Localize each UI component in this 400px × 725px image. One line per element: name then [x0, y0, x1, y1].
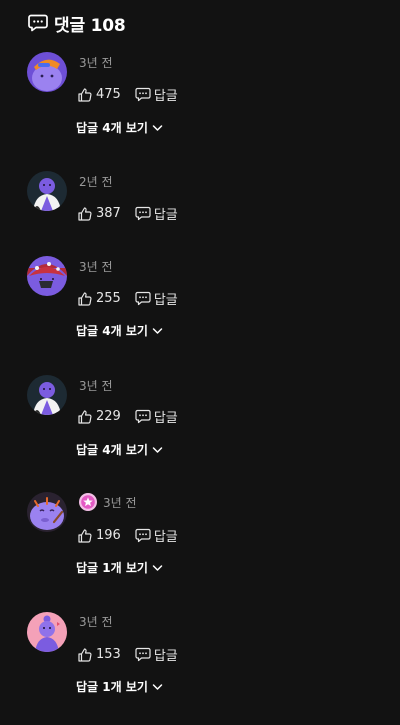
reply-label: 답글	[153, 208, 178, 223]
comment-time: 3년 전	[79, 260, 113, 274]
like-button[interactable]: 255	[77, 291, 121, 307]
view-replies-label: 답글 1개 보기	[76, 561, 148, 575]
speech-bubble-icon	[135, 206, 151, 221]
comment-time: 3년 전	[79, 615, 113, 629]
speech-bubble-icon	[135, 528, 151, 543]
view-replies-button[interactable]: 답글 4개 보기	[76, 119, 163, 136]
comment-time: 3년 전	[103, 495, 137, 510]
speech-bubble-icon	[28, 14, 48, 32]
comment-meta: 3년 전	[79, 258, 113, 275]
thumbs-up-icon	[78, 409, 92, 424]
like-button[interactable]: 387	[77, 206, 121, 222]
reply-label: 답글	[153, 649, 178, 664]
thumbs-up-icon	[78, 87, 92, 102]
speech-bubble-icon	[135, 87, 151, 102]
comment-time: 3년 전	[79, 379, 113, 393]
chevron-down-icon	[152, 683, 163, 690]
like-count: 229	[96, 409, 121, 424]
comment-meta: 2년 전	[79, 173, 113, 190]
view-replies-label: 답글 4개 보기	[76, 324, 148, 338]
reply-label: 답글	[153, 530, 178, 545]
thumbs-up-icon	[78, 528, 92, 543]
avatar[interactable]	[27, 375, 67, 415]
view-replies-label: 답글 4개 보기	[76, 121, 148, 135]
like-button[interactable]: 229	[77, 409, 121, 425]
like-count: 475	[96, 87, 121, 102]
view-replies-button[interactable]: 답글 4개 보기	[76, 322, 163, 339]
like-count: 153	[96, 647, 121, 662]
view-replies-button[interactable]: 답글 4개 보기	[76, 441, 163, 458]
comments-title: 댓글 108	[54, 15, 126, 36]
reply-button[interactable]: 답글	[135, 204, 178, 223]
speech-bubble-icon	[135, 647, 151, 662]
reply-button[interactable]: 답글	[135, 645, 178, 664]
thumbs-up-icon	[78, 647, 92, 662]
reply-label: 답글	[153, 411, 178, 426]
like-button[interactable]: 475	[77, 87, 121, 103]
like-count: 255	[96, 291, 121, 306]
comment-meta: 3년 전	[79, 493, 137, 511]
thumbs-up-icon	[78, 291, 92, 306]
like-button[interactable]: 153	[77, 647, 121, 663]
chevron-down-icon	[152, 446, 163, 453]
avatar[interactable]	[27, 171, 67, 211]
thumbs-up-icon	[78, 206, 92, 221]
reply-button[interactable]: 답글	[135, 289, 178, 308]
comments-header: 댓글 108	[28, 10, 126, 36]
reply-label: 답글	[153, 293, 178, 308]
comment-time: 3년 전	[79, 56, 113, 70]
comment-meta: 3년 전	[79, 613, 113, 630]
avatar[interactable]	[27, 256, 67, 296]
reply-label: 답글	[153, 89, 178, 104]
avatar[interactable]	[27, 612, 67, 652]
avatar[interactable]	[27, 492, 67, 532]
chevron-down-icon	[152, 124, 163, 131]
view-replies-button[interactable]: 답글 1개 보기	[76, 559, 163, 576]
like-count: 196	[96, 528, 121, 543]
comment-meta: 3년 전	[79, 377, 113, 394]
chevron-down-icon	[152, 564, 163, 571]
reply-button[interactable]: 답글	[135, 85, 178, 104]
chevron-down-icon	[152, 327, 163, 334]
comment-meta: 3년 전	[79, 54, 113, 71]
like-count: 387	[96, 206, 121, 221]
pink-star-badge-icon	[79, 493, 97, 511]
view-replies-label: 답글 1개 보기	[76, 680, 148, 694]
reply-button[interactable]: 답글	[135, 526, 178, 545]
speech-bubble-icon	[135, 291, 151, 306]
speech-bubble-icon	[135, 409, 151, 424]
avatar[interactable]	[27, 52, 67, 92]
like-button[interactable]: 196	[77, 528, 121, 544]
comment-time: 2년 전	[79, 175, 113, 189]
view-replies-label: 답글 4개 보기	[76, 443, 148, 457]
view-replies-button[interactable]: 답글 1개 보기	[76, 678, 163, 695]
reply-button[interactable]: 답글	[135, 407, 178, 426]
